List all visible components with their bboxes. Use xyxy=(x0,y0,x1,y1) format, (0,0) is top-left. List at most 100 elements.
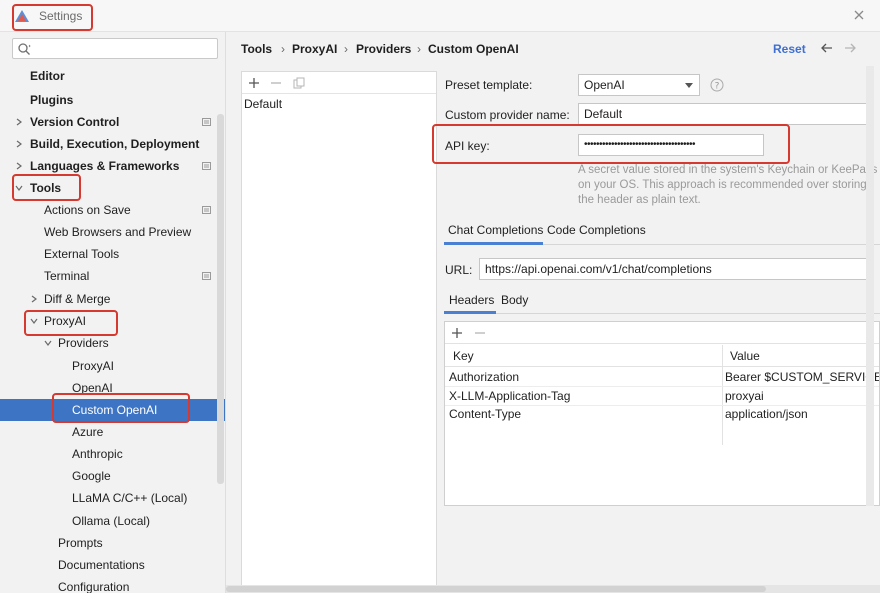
project-settings-icon xyxy=(202,118,211,126)
tab-code-completions[interactable]: Code Completions xyxy=(547,223,646,237)
forward-arrow-icon[interactable] xyxy=(843,42,857,54)
provider-list: Default xyxy=(241,71,437,593)
provider-list-toolbar xyxy=(242,72,436,94)
header-key-cell[interactable]: X-LLM-Application-Tag xyxy=(449,389,570,403)
project-settings-icon xyxy=(202,272,211,280)
chevron-down-icon[interactable] xyxy=(14,183,24,193)
sidebar-item-provider-openai[interactable]: OpenAI xyxy=(0,377,225,399)
header-value-cell[interactable]: Bearer $CUSTOM_SERVICE_A xyxy=(725,370,879,384)
title-bar: Settings xyxy=(0,0,880,32)
sidebar-item-version-control[interactable]: Version Control xyxy=(0,111,225,133)
search-icon xyxy=(18,43,31,55)
chevron-down-icon[interactable] xyxy=(29,316,39,326)
remove-icon[interactable] xyxy=(473,326,487,340)
project-settings-icon xyxy=(202,206,211,214)
copy-icon[interactable] xyxy=(292,76,306,90)
breadcrumb-proxyai: ProxyAI xyxy=(292,42,338,56)
row-divider xyxy=(445,405,879,406)
chevron-right-icon[interactable] xyxy=(14,139,24,149)
sidebar-item-actions-on-save[interactable]: Actions on Save xyxy=(0,199,225,221)
row-divider xyxy=(445,386,879,387)
sidebar-item-ollama[interactable]: Ollama (Local) xyxy=(0,510,225,532)
preset-template-label: Preset template: xyxy=(445,78,533,92)
back-arrow-icon[interactable] xyxy=(820,42,834,54)
column-header-value[interactable]: Value xyxy=(730,349,760,363)
sidebar-item-custom-openai[interactable]: Custom OpenAI xyxy=(0,399,225,421)
sidebar-item-terminal[interactable]: Terminal xyxy=(0,265,225,287)
table-header: Key Value xyxy=(445,345,879,367)
sidebar-item-build-execution-deployment[interactable]: Build, Execution, Deployment xyxy=(0,133,225,155)
sidebar-item-anthropic[interactable]: Anthropic xyxy=(0,443,225,465)
preset-template-dropdown[interactable]: OpenAI xyxy=(578,74,700,96)
search-input[interactable] xyxy=(12,38,218,59)
sidebar-item-provider-proxyai[interactable]: ProxyAI xyxy=(0,355,225,377)
url-label: URL: xyxy=(445,263,473,277)
sidebar-item-plugins[interactable]: Plugins xyxy=(0,89,225,111)
breadcrumb-separator: › xyxy=(417,42,421,56)
sidebar-item-diff-merge[interactable]: Diff & Merge xyxy=(0,288,225,310)
reset-link[interactable]: Reset xyxy=(773,42,806,56)
tab-active-indicator xyxy=(444,242,543,245)
header-key-cell[interactable]: Content-Type xyxy=(449,407,521,421)
header-key-cell[interactable]: Authorization xyxy=(449,370,519,384)
sidebar-item-web-browsers[interactable]: Web Browsers and Preview xyxy=(0,221,225,243)
sidebar-item-configuration[interactable]: Configuration xyxy=(0,576,225,593)
chevron-right-icon[interactable] xyxy=(14,117,24,127)
sidebar-item-proxyai[interactable]: ProxyAI xyxy=(0,310,225,332)
svg-text:?: ? xyxy=(715,82,720,92)
breadcrumb-providers: Providers xyxy=(356,42,412,56)
app-logo-icon xyxy=(15,10,29,22)
breadcrumb-separator: › xyxy=(344,42,348,56)
add-icon[interactable] xyxy=(247,76,261,90)
chevron-right-icon[interactable] xyxy=(29,294,39,304)
tab-body[interactable]: Body xyxy=(501,293,528,307)
sidebar-item-documentations[interactable]: Documentations xyxy=(0,554,225,576)
sidebar-item-google[interactable]: Google xyxy=(0,465,225,487)
chevron-right-icon[interactable] xyxy=(14,161,24,171)
close-icon[interactable] xyxy=(852,8,866,22)
headers-table-toolbar xyxy=(445,322,879,344)
remove-icon[interactable] xyxy=(269,76,283,90)
api-key-label: API key: xyxy=(445,139,490,153)
provider-name-label: Custom provider name: xyxy=(445,108,570,122)
chevron-down-icon xyxy=(685,83,693,88)
project-settings-icon xyxy=(202,162,211,170)
sidebar-scrollbar[interactable] xyxy=(217,114,224,484)
sidebar-item-editor[interactable]: Editor xyxy=(0,65,225,87)
sidebar-item-languages-frameworks[interactable]: Languages & Frameworks xyxy=(0,155,225,177)
sidebar-item-llama-cpp[interactable]: LLaMA C/C++ (Local) xyxy=(0,487,225,509)
provider-name-input[interactable]: Default xyxy=(578,103,870,125)
breadcrumb-custom-openai: Custom OpenAI xyxy=(428,42,519,56)
api-key-hint: the header as plain text. xyxy=(578,194,701,206)
api-key-hint: on your OS. This approach is recommended… xyxy=(578,179,867,191)
headers-table: Key Value Authorization Bearer $CUSTOM_S… xyxy=(444,321,880,506)
subtabs-divider xyxy=(444,313,880,314)
sidebar-item-external-tools[interactable]: External Tools xyxy=(0,243,225,265)
breadcrumb-separator: › xyxy=(281,42,285,56)
breadcrumb-tools: Tools xyxy=(241,42,273,56)
url-input[interactable]: https://api.openai.com/v1/chat/completio… xyxy=(479,258,874,280)
api-key-input[interactable]: ••••••••••••••••••••••••••••••••••••• xyxy=(578,134,764,156)
api-key-hint: A secret value stored in the system's Ke… xyxy=(578,164,878,176)
settings-sidebar: Editor Plugins Version Control Build, Ex… xyxy=(0,32,226,593)
tab-chat-completions[interactable]: Chat Completions xyxy=(448,223,543,237)
subtab-active-indicator xyxy=(444,311,496,314)
content-scrollbar[interactable] xyxy=(866,66,874,506)
breadcrumb: Tools › ProxyAI › Providers › Custom Ope… xyxy=(226,32,880,66)
scrollbar-thumb[interactable] xyxy=(226,586,766,592)
header-value-cell[interactable]: application/json xyxy=(725,407,808,421)
horizontal-scrollbar[interactable] xyxy=(226,585,880,593)
add-icon[interactable] xyxy=(450,326,464,340)
help-icon[interactable]: ? xyxy=(710,78,724,92)
sidebar-item-tools[interactable]: Tools xyxy=(0,177,225,199)
sidebar-item-prompts[interactable]: Prompts xyxy=(0,532,225,554)
chevron-down-icon[interactable] xyxy=(43,338,53,348)
column-divider xyxy=(722,345,723,445)
sidebar-item-azure[interactable]: Azure xyxy=(0,421,225,443)
sidebar-item-providers[interactable]: Providers xyxy=(0,332,225,354)
header-value-cell[interactable]: proxyai xyxy=(725,389,764,403)
list-item[interactable]: Default xyxy=(244,97,282,111)
column-header-key[interactable]: Key xyxy=(453,349,474,363)
window-title: Settings xyxy=(39,9,83,23)
tab-headers[interactable]: Headers xyxy=(449,293,494,307)
